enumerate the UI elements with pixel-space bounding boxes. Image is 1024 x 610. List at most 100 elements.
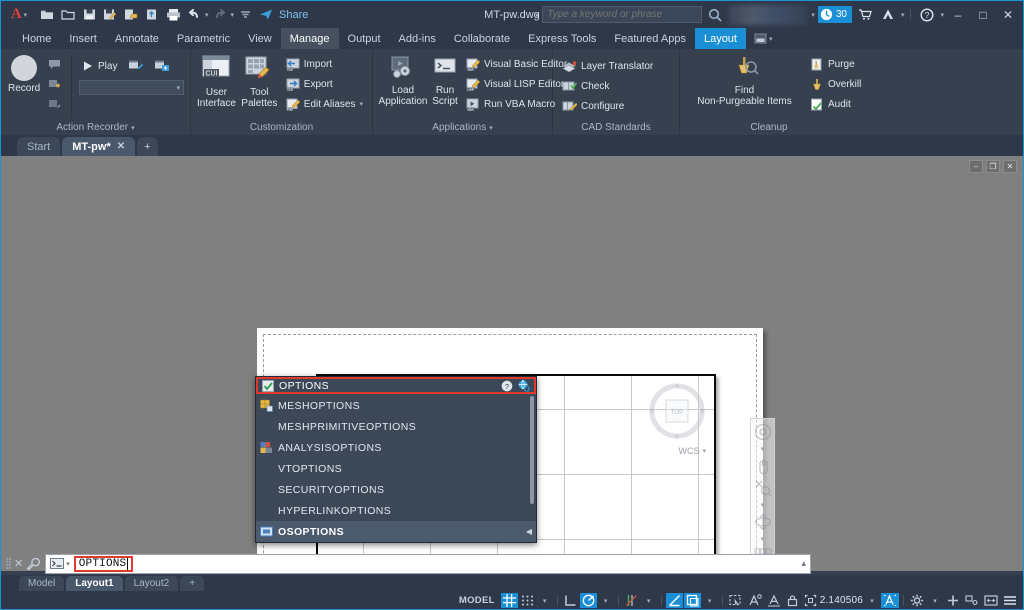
play-button[interactable]: Play [79,57,120,75]
drag-handle-icon[interactable] [6,557,11,571]
load-application-button[interactable]: Load Application [379,53,427,107]
customization-menu-button[interactable] [1001,593,1019,608]
search-icon[interactable] [705,5,725,25]
autoscale-toggle[interactable] [765,593,783,608]
audit-button[interactable]: Audit [807,95,864,113]
tab-parametric[interactable]: Parametric [168,28,239,49]
window-minimize-button[interactable]: – [947,4,969,26]
object-snap-tracking-toggle[interactable] [666,593,683,608]
ucs-dropdown-icon[interactable]: ▾ [702,593,718,608]
pan-icon[interactable] [754,457,772,475]
new-layout-button[interactable]: + [180,576,204,591]
annotation-scale-dropdown-icon[interactable]: ▾ [864,593,880,608]
object-snap-dropdown-icon[interactable]: ▾ [641,593,657,608]
help-icon[interactable]: ? [917,5,937,25]
purge-button[interactable]: Purge [807,55,864,73]
search-input[interactable] [547,9,697,20]
insert-base-point-button[interactable] [45,75,64,93]
account-menu-dropdown-icon[interactable]: ▾ [901,11,905,19]
undo-icon[interactable] [184,5,204,25]
layout-tab-layout2[interactable]: Layout2 [125,576,179,591]
isolate-display-toggle[interactable] [963,593,981,608]
tool-palettes-button[interactable]: Tool Palettes [240,53,279,109]
redo-icon[interactable] [210,5,230,25]
chevron-down-icon[interactable]: ▾ [66,560,70,568]
save-as-icon[interactable] [100,5,120,25]
checked-checkbox-icon[interactable] [262,380,274,392]
ortho-mode-toggle[interactable] [562,593,579,608]
lock-ui-toggle[interactable] [784,593,801,608]
hardware-dropdown-icon[interactable]: ▾ [927,593,943,608]
undo-dropdown-icon[interactable]: ▾ [205,11,209,19]
manage-action-macros-button[interactable] [152,56,172,76]
command-autocomplete-list[interactable]: OPTIONS ? MESHOPTIONS MESHPRIMITIVEOPTIO… [255,376,537,543]
annotation-visibility-toggle[interactable] [746,593,764,608]
trial-days-badge[interactable]: 30 [818,6,852,23]
autocomplete-header[interactable]: OPTIONS ? [256,377,536,394]
clean-screen-toggle[interactable] [982,593,1000,608]
chevron-down-icon[interactable]: ▾ [769,35,773,43]
command-line-grip[interactable]: ✕ [1,557,45,571]
expand-command-history-icon[interactable]: ▴ [801,558,806,569]
edit-aliases-button[interactable]: PGP Edit Aliases ▾ [283,95,366,113]
wrench-icon[interactable] [26,557,40,571]
user-interface-button[interactable]: CUI User Interface [197,53,236,109]
window-close-button[interactable]: ✕ [997,4,1019,26]
search-box[interactable] [542,6,702,23]
record-button[interactable]: Record [7,53,41,94]
list-item[interactable]: SECURITYOPTIONS [256,479,536,500]
export-cui-button[interactable]: CUI Export [283,75,366,93]
grid-display-toggle[interactable] [501,593,518,608]
overkill-button[interactable]: Overkill [807,75,864,93]
list-item[interactable]: VTOPTIONS [256,458,536,479]
list-item-selected[interactable]: OSOPTIONS ◀ [256,521,536,542]
close-icon[interactable]: ✕ [14,557,23,570]
autodesk-store-icon[interactable] [855,5,875,25]
save-icon[interactable] [79,5,99,25]
autocomplete-scrollbar[interactable] [530,396,534,504]
new-drawing-icon[interactable] [37,5,57,25]
snap-dropdown-icon[interactable]: ▾ [537,593,553,608]
insert-user-input-button[interactable] [45,95,64,113]
doc-minimize-button[interactable]: – [969,160,983,173]
hardware-acceleration-toggle[interactable] [908,593,926,608]
polar-dropdown-icon[interactable]: ▾ [598,593,614,608]
plot-icon[interactable] [163,5,183,25]
save-to-web-icon[interactable] [142,5,162,25]
redo-dropdown-icon[interactable]: ▾ [231,11,235,19]
list-item[interactable]: HYPERLINKOPTIONS [256,500,536,521]
annotation-scale-toggle[interactable] [881,593,899,608]
zoom-extents-icon[interactable] [754,479,772,497]
tab-collaborate[interactable]: Collaborate [445,28,519,49]
orbit-icon[interactable] [754,513,772,531]
add-separator-icon[interactable] [944,593,962,608]
account-name-blurred[interactable] [728,5,808,25]
selection-cycling-toggle[interactable] [727,593,745,608]
ucs-icon-toggle[interactable] [684,593,701,608]
doc-restore-button[interactable]: ❐ [986,160,1000,173]
isolate-objects-toggle[interactable] [802,593,819,608]
list-item[interactable]: MESHPRIMITIVEOPTIONS [256,416,536,437]
model-paper-space-button[interactable]: MODEL [454,595,500,606]
snap-mode-toggle[interactable] [519,593,536,608]
help-dropdown-icon[interactable]: ▾ [940,11,944,19]
window-maximize-button[interactable]: □ [972,4,994,26]
command-text-field[interactable]: OPTIONS [74,556,134,572]
tab-featured-apps[interactable]: Featured Apps [605,28,695,49]
tab-home[interactable]: Home [13,28,60,49]
new-file-tab-button[interactable]: + [137,137,157,156]
tab-add-ins[interactable]: Add-ins [390,28,445,49]
list-item[interactable]: ANALYSISOPTIONS [256,437,536,458]
open-drawing-icon[interactable] [58,5,78,25]
layout-tab-model[interactable]: Model [19,576,64,591]
tab-insert[interactable]: Insert [60,28,106,49]
help-icon[interactable]: ? [501,380,513,392]
share-label[interactable]: Share [279,9,308,21]
panel-title-action-recorder[interactable]: Action Recorder ▾ [1,120,190,135]
tab-annotate[interactable]: Annotate [106,28,168,49]
configure-standards-button[interactable]: Configure [559,97,656,115]
open-from-web-icon[interactable] [121,5,141,25]
chevron-down-icon[interactable]: ▾ [761,501,765,509]
tab-layout[interactable]: Layout [695,28,746,49]
account-dropdown-icon[interactable]: ▾ [811,11,815,19]
